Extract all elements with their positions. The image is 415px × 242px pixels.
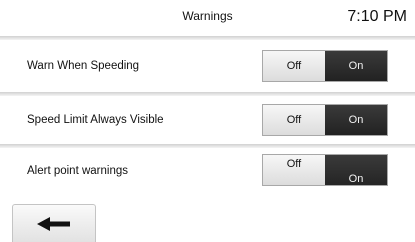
divider [0,36,415,40]
setting-label: Speed Limit Always Visible [27,114,164,126]
toggle-on-option[interactable]: On [325,51,387,81]
toggle-on-option[interactable]: On [325,155,387,185]
alert-point-warnings-toggle[interactable]: Off On [262,154,388,186]
header-bar: Warnings 7:10 PM [0,0,415,36]
setting-label: Warn When Speeding [27,60,140,72]
setting-row-alert-point-warnings: Alert point warnings Off On [0,148,415,198]
toggle-on-option[interactable]: On [325,105,387,135]
toggle-off-option[interactable]: Off [263,105,325,135]
warn-when-speeding-toggle[interactable]: Off On [262,50,388,82]
setting-row-speed-limit-always-visible: Speed Limit Always Visible Off On [0,96,415,146]
setting-label: Alert point warnings [27,165,128,177]
toggle-off-option[interactable]: Off [263,155,325,185]
setting-row-warn-when-speeding: Warn When Speeding Off On [0,42,415,92]
toggle-off-option[interactable]: Off [263,51,325,81]
clock: 7:10 PM [347,8,407,25]
arrow-left-icon [36,216,72,232]
back-button[interactable] [12,204,96,242]
speed-limit-always-visible-toggle[interactable]: Off On [262,104,388,136]
